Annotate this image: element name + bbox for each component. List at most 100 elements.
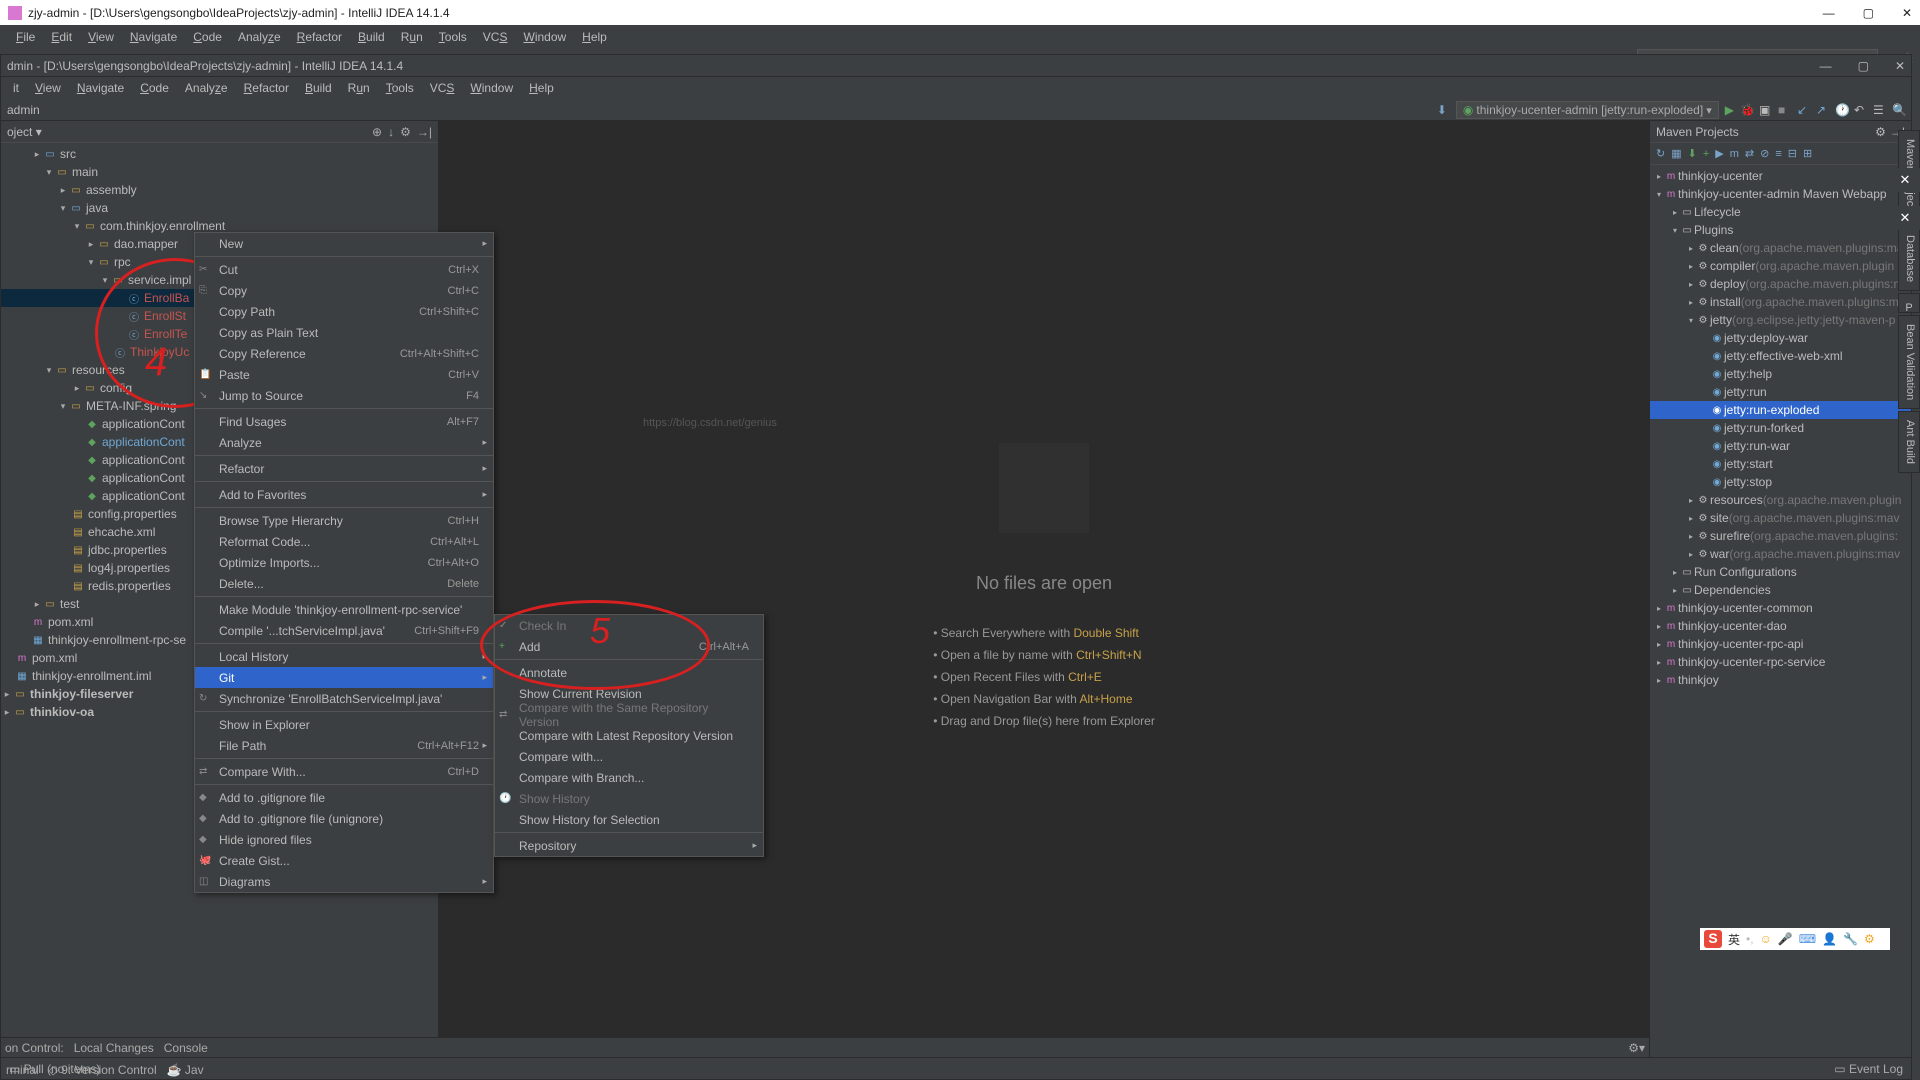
overlay-close-2[interactable]: ✕ (1890, 206, 1920, 230)
maven-jetty-run-forked[interactable]: jetty:run-forked (1724, 421, 1804, 435)
tree-test[interactable]: test (60, 597, 79, 611)
inner-menu-refactor[interactable]: Refactor (236, 79, 297, 97)
ime-person-icon[interactable]: 👤 (1822, 932, 1837, 946)
tree-appctx-2[interactable]: applicationCont (102, 435, 185, 449)
ctx-copy-path[interactable]: Copy PathCtrl+Shift+C (195, 301, 493, 322)
tree-class-2[interactable]: EnrollSt (144, 309, 186, 323)
tree-src[interactable]: src (60, 147, 76, 161)
bottom-gear-icon[interactable]: ⚙▾ (1628, 1041, 1645, 1055)
ctx-browse-type-hierarchy[interactable]: Browse Type HierarchyCtrl+H (195, 510, 493, 531)
tree-appctx-4[interactable]: applicationCont (102, 471, 185, 485)
ctx-create-gist[interactable]: 🐙Create Gist... (195, 850, 493, 871)
maven-jetty-run-war[interactable]: jetty:run-war (1724, 439, 1790, 453)
maven-node-rpc-service[interactable]: thinkjoy-ucenter-rpc-service (1678, 655, 1825, 669)
inner-menu-tools[interactable]: Tools (378, 79, 422, 97)
maven-toggle-icon[interactable]: ⇄ (1745, 147, 1754, 160)
ctx-copy-reference[interactable]: Copy ReferenceCtrl+Alt+Shift+C (195, 343, 493, 364)
tree-iml[interactable]: thinkjoy-enrollment-rpc-se (48, 633, 186, 647)
outer-tab-terminal[interactable]: rminal (6, 1063, 39, 1077)
maven-install[interactable]: install (1710, 295, 1741, 309)
inner-run-button-icon[interactable]: ▶ (1725, 103, 1734, 117)
inner-menu-vcs[interactable]: VCS (422, 79, 463, 97)
maven-reimport-icon[interactable]: ↻ (1656, 147, 1665, 160)
ctx-compile[interactable]: Compile '...tchServiceImpl.java'Ctrl+Shi… (195, 620, 493, 641)
ctx-paste[interactable]: 📋PasteCtrl+V (195, 364, 493, 385)
stop-icon[interactable]: ■ (1778, 103, 1791, 116)
tab-local-changes[interactable]: Local Changes (74, 1041, 154, 1055)
maven-dependencies[interactable]: Dependencies (1694, 583, 1771, 597)
menu-code[interactable]: Code (185, 27, 230, 47)
inner-menu-build[interactable]: Build (297, 79, 340, 97)
ctx-cut[interactable]: ✂CutCtrl+X (195, 259, 493, 280)
search-icon[interactable]: 🔍 (1892, 103, 1905, 116)
maven-resources[interactable]: resources (1710, 493, 1763, 507)
tree-jdbc-props[interactable]: jdbc.properties (88, 543, 167, 557)
maven-jetty-deploy-war[interactable]: jetty:deploy-war (1724, 331, 1808, 345)
minimize-button[interactable]: — (1823, 6, 1835, 20)
ctx-file-path[interactable]: File PathCtrl+Alt+F12 (195, 735, 493, 756)
ime-toolbar[interactable]: S 英 •, ☺ 🎤 ⌨ 👤 🔧 ⚙ (1700, 928, 1890, 950)
git-show-history[interactable]: 🕐Show History (495, 788, 763, 809)
ctx-local-history[interactable]: Local History (195, 646, 493, 667)
git-show-history-selection[interactable]: Show History for Selection (495, 809, 763, 830)
maven-node-dao[interactable]: thinkjoy-ucenter-dao (1678, 619, 1787, 633)
gear-icon[interactable]: ⚙ (400, 125, 411, 139)
ime-keyboard-icon[interactable]: ⌨ (1799, 932, 1816, 946)
menu-vcs[interactable]: VCS (475, 27, 516, 47)
git-compare-same-repo[interactable]: ⇄Compare with the Same Repository Versio… (495, 704, 763, 725)
maven-war[interactable]: war (1710, 547, 1729, 561)
inner-menu-edit[interactable]: it (5, 79, 27, 97)
tree-appctx-1[interactable]: applicationCont (102, 417, 185, 431)
inner-maximize-button[interactable]: ▢ (1858, 59, 1869, 73)
maven-collapse-icon[interactable]: ⊟ (1788, 147, 1797, 160)
tree-package[interactable]: com.thinkjoy.enrollment (100, 219, 225, 233)
ime-mic-icon[interactable]: 🎤 (1778, 932, 1793, 946)
tree-metainf[interactable]: META-INF.spring (86, 399, 176, 413)
inner-menu-analyze[interactable]: Analyze (177, 79, 236, 97)
tree-class-4[interactable]: ThinkjoyUc (130, 345, 189, 359)
menu-edit[interactable]: Edit (43, 27, 80, 47)
maven-jetty-run[interactable]: jetty:run (1724, 385, 1767, 399)
maven-download-icon[interactable]: ⬇ (1688, 147, 1697, 160)
menu-run[interactable]: Run (393, 27, 431, 47)
tree-main[interactable]: main (72, 165, 98, 179)
ime-settings-icon[interactable]: ⚙ (1864, 932, 1875, 946)
run-config-inner[interactable]: ◉ thinkjoy-ucenter-admin [jetty:run-expl… (1456, 101, 1719, 119)
tab-database[interactable]: Database (1898, 226, 1920, 291)
ctx-synchronize[interactable]: ↻Synchronize 'EnrollBatchServiceImpl.jav… (195, 688, 493, 709)
close-button[interactable]: ✕ (1902, 6, 1912, 20)
tab-on-control[interactable]: on Control: (5, 1041, 64, 1055)
maven-node-admin[interactable]: thinkjoy-ucenter-admin Maven Webapp (1678, 187, 1887, 201)
tree-pom2[interactable]: pom.xml (32, 651, 77, 665)
breadcrumb[interactable]: admin (7, 103, 40, 117)
ctx-git[interactable]: Git (195, 667, 493, 688)
menu-analyze[interactable]: Analyze (230, 27, 289, 47)
ctx-add-gitignore-unignore[interactable]: ◆Add to .gitignore file (unignore) (195, 808, 493, 829)
tree-service-impl[interactable]: service.impl (128, 273, 191, 287)
maven-add-icon[interactable]: + (1703, 148, 1709, 160)
maven-lifecycle[interactable]: Lifecycle (1694, 205, 1741, 219)
tree-rpc[interactable]: rpc (114, 255, 131, 269)
tree-ehcache[interactable]: ehcache.xml (88, 525, 155, 539)
tree-appctx-3[interactable]: applicationCont (102, 453, 185, 467)
tree-oa[interactable]: thinkiov-oa (30, 705, 94, 719)
ctx-analyze[interactable]: Analyze (195, 432, 493, 453)
maven-deploy[interactable]: deploy (1710, 277, 1745, 291)
tab-bean-validation[interactable]: Bean Validation (1898, 315, 1920, 409)
ctx-find-usages[interactable]: Find UsagesAlt+F7 (195, 411, 493, 432)
vcs-history-icon[interactable]: 🕐 (1835, 103, 1848, 116)
inner-menu-help[interactable]: Help (521, 79, 562, 97)
tab-ant-build[interactable]: Ant Build (1898, 411, 1920, 473)
git-compare-with[interactable]: Compare with... (495, 746, 763, 767)
ctx-jump-to-source[interactable]: ↘Jump to SourceF4 (195, 385, 493, 406)
ime-tool-icon[interactable]: 🔧 (1843, 932, 1858, 946)
ctx-compare-with[interactable]: ⇄Compare With...Ctrl+D (195, 761, 493, 782)
ctx-diagrams[interactable]: ◫Diagrams (195, 871, 493, 892)
event-log-link[interactable]: ▭ Event Log (1834, 1062, 1903, 1076)
maven-run-configs[interactable]: Run Configurations (1694, 565, 1797, 579)
maven-settings-icon[interactable]: ⊞ (1803, 147, 1812, 160)
maven-surefire[interactable]: surefire (1710, 529, 1750, 543)
ctx-add-gitignore[interactable]: ◆Add to .gitignore file (195, 787, 493, 808)
maven-plugins[interactable]: Plugins (1694, 223, 1733, 237)
maven-node-common[interactable]: thinkjoy-ucenter-common (1678, 601, 1813, 615)
